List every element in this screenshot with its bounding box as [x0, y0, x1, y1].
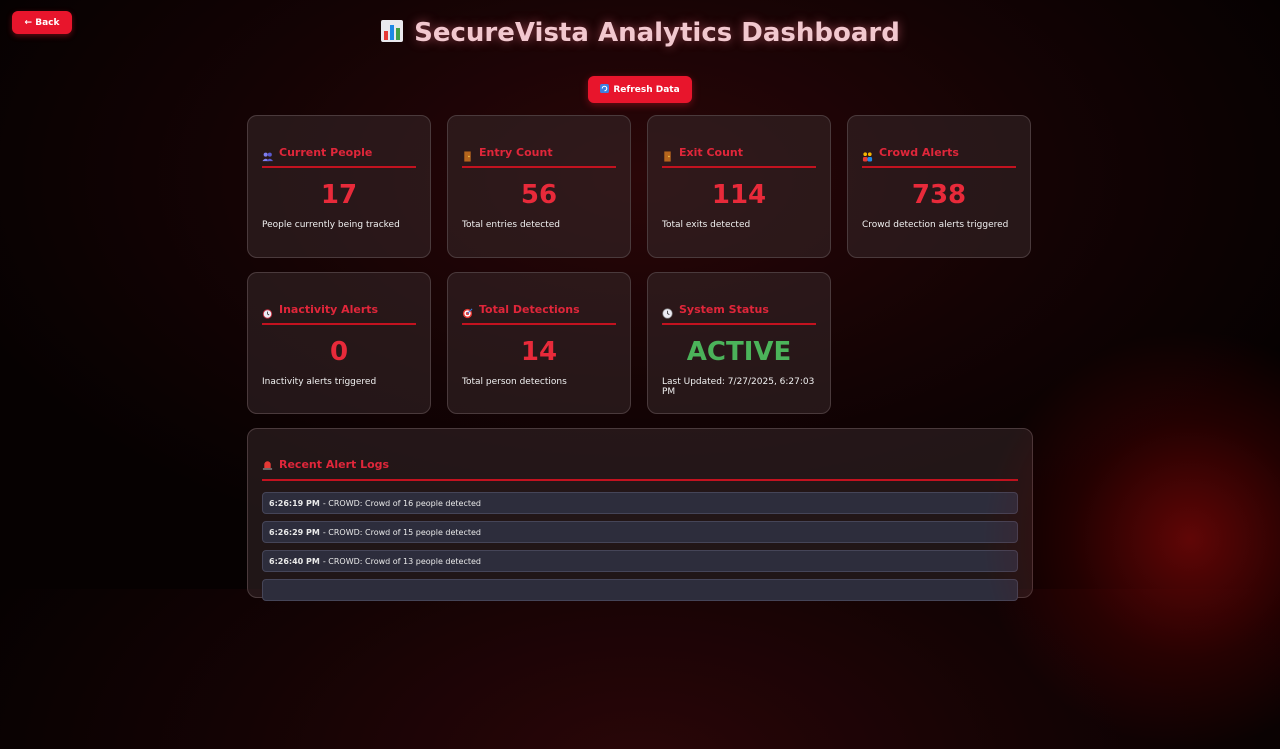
card-description: Total entries detected [462, 220, 560, 230]
card-value: 114 [711, 180, 767, 210]
title-text: SecureVista Analytics Dashboard [414, 18, 900, 48]
log-item: 6:26:29 PM - CROWD: Crowd of 15 people d… [262, 521, 1018, 543]
last-updated: Last Updated: 7/27/2025, 6:27:03 PM [662, 377, 815, 397]
refresh-icon [600, 83, 610, 96]
card-description: Total exits detected [662, 220, 751, 230]
people-icon [262, 147, 273, 161]
refresh-data-button[interactable]: Refresh Data [588, 76, 692, 103]
refresh-label: Refresh Data [613, 84, 680, 95]
clock-icon [662, 304, 673, 319]
log-time: 6:26:19 PM [269, 498, 320, 508]
door-icon [662, 147, 673, 162]
bar-chart-icon [380, 19, 404, 43]
card-description: Crowd detection alerts triggered [862, 220, 1009, 230]
card-description: Inactivity alerts triggered [262, 377, 377, 387]
card-current-people: Current People 17 People currently being… [247, 115, 431, 258]
card-label: System Status [679, 302, 769, 316]
card-value: 738 [911, 180, 967, 210]
status-value: ACTIVE [686, 337, 792, 367]
log-item: 6:26:40 PM - CROWD: Crowd of 13 people d… [262, 550, 1018, 572]
card-total-detections: Total Detections 14 Total person detecti… [447, 272, 631, 414]
log-text: - CROWD: Crowd of 15 people detected [322, 527, 482, 537]
card-system-status: System Status ACTIVE Last Updated: 7/27/… [647, 272, 831, 414]
log-text: - CROWD: Crowd of 16 people detected [322, 498, 482, 508]
card-label: Exit Count [679, 145, 744, 159]
log-item: 6:26:19 PM - CROWD: Crowd of 16 people d… [262, 492, 1018, 514]
log-time: 6:26:29 PM [269, 527, 320, 537]
card-label: Total Detections [479, 302, 580, 316]
card-label: Inactivity Alerts [279, 302, 379, 316]
siren-icon [262, 455, 273, 474]
log-time: 6:26:40 PM [269, 556, 320, 566]
door-icon [462, 147, 473, 162]
card-value: 0 [329, 337, 349, 367]
card-label: Entry Count [479, 145, 553, 159]
card-label: Current People [279, 145, 373, 159]
card-entry-count: Entry Count 56 Total entries detected [447, 115, 631, 258]
log-item [262, 579, 1018, 601]
card-value: 17 [320, 180, 358, 210]
card-inactivity-alerts: Inactivity Alerts 0 Inactivity alerts tr… [247, 272, 431, 414]
page-title: SecureVista Analytics Dashboard [0, 18, 1280, 48]
log-text: - CROWD: Crowd of 13 people detected [322, 556, 482, 566]
card-description: People currently being tracked [262, 220, 400, 230]
card-crowd-alerts: Crowd Alerts 738 Crowd detection alerts … [847, 115, 1031, 258]
card-description: Total person detections [462, 377, 567, 387]
card-value: 14 [520, 337, 558, 367]
recent-alert-logs-panel: Recent Alert Logs 6:26:19 PM - CROWD: Cr… [247, 428, 1033, 601]
alarm-clock-icon [262, 304, 273, 319]
card-label: Crowd Alerts [879, 145, 959, 159]
card-value: 56 [520, 180, 558, 210]
card-exit-count: Exit Count 114 Total exits detected [647, 115, 831, 258]
logs-title: Recent Alert Logs [279, 458, 390, 471]
group-icon [862, 147, 873, 162]
target-icon [462, 304, 473, 318]
